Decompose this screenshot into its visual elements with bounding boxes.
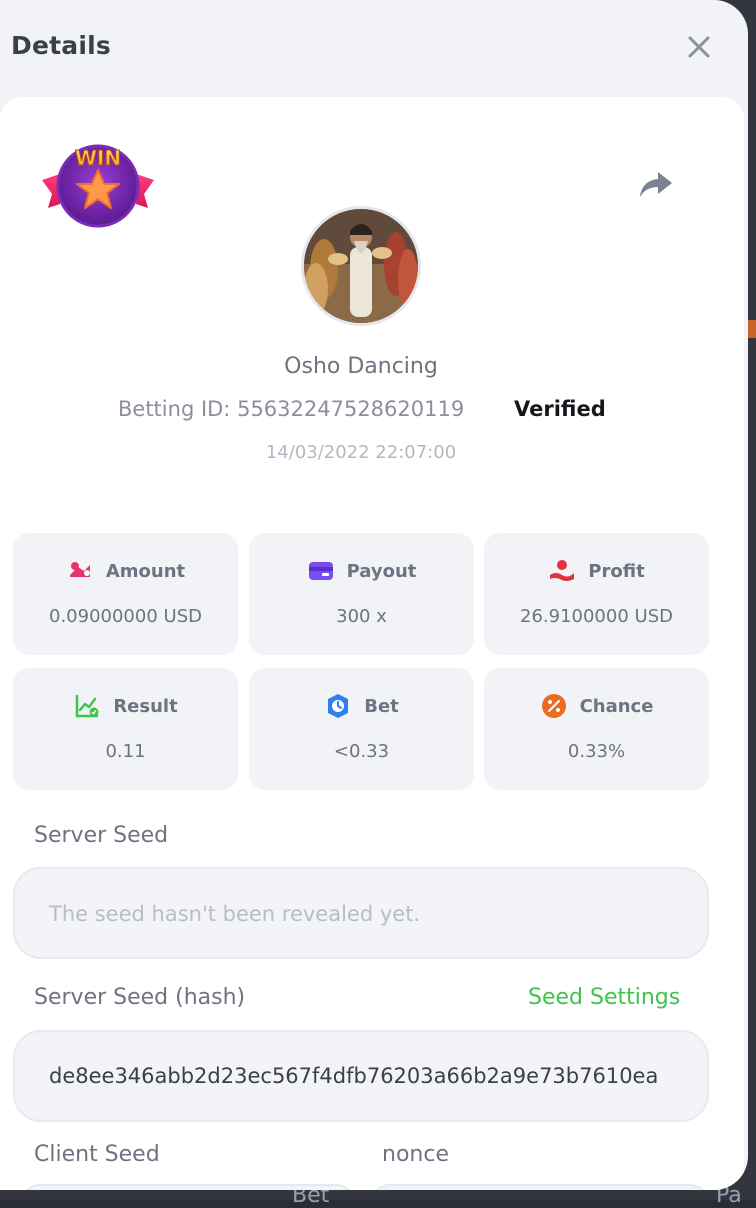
share-button[interactable] <box>636 166 676 202</box>
betting-id-row: Betting ID: 55632247528620119 <box>118 397 464 421</box>
stat-payout-value: 300 x <box>336 606 387 627</box>
nonce-label: nonce <box>382 1142 449 1167</box>
betting-id-value: 55632247528620119 <box>237 397 465 421</box>
stat-chance: Chance 0.33% <box>484 668 709 790</box>
profit-hand-icon <box>550 560 575 581</box>
stat-profit-value: 26.9100000 USD <box>520 606 673 627</box>
client-seed-label: Client Seed <box>34 1142 160 1167</box>
stat-amount-label: Amount <box>105 560 186 582</box>
stat-bet-label: Bet <box>364 695 399 717</box>
payout-card-icon <box>308 562 333 580</box>
stat-amount-value: 0.09000000 USD <box>49 606 202 627</box>
details-title: Details <box>11 31 111 60</box>
result-chart-icon <box>76 694 99 718</box>
server-seed-hash-label: Server Seed (hash) <box>34 985 246 1010</box>
close-button[interactable] <box>682 30 716 64</box>
client-seed-field[interactable] <box>20 1184 356 1190</box>
server-seed-hash-field[interactable]: de8ee346abb2d23ec567f4dfb76203a66b2a9e73… <box>13 1030 709 1122</box>
server-seed-label: Server Seed <box>34 823 169 848</box>
game-avatar-image <box>301 206 421 326</box>
server-seed-field[interactable]: The seed hasn't been revealed yet. <box>13 867 709 959</box>
stat-profit-label: Profit <box>588 560 645 582</box>
stat-profit: Profit 26.9100000 USD <box>484 533 709 655</box>
betting-id-label: Betting ID: <box>118 397 231 421</box>
stat-payout-label: Payout <box>346 560 417 582</box>
amount-icon <box>69 562 90 577</box>
close-icon <box>688 36 710 58</box>
stat-amount: Amount 0.09000000 USD <box>13 533 238 655</box>
stat-result: Result 0.11 <box>13 668 238 790</box>
server-seed-placeholder: The seed hasn't been revealed yet. <box>49 902 421 926</box>
stat-result-value: 0.11 <box>105 741 146 762</box>
stat-bet-value: <0.33 <box>333 741 390 762</box>
nonce-field[interactable] <box>370 1184 710 1190</box>
bet-clock-icon <box>328 694 349 718</box>
stat-chance-value: 0.33% <box>567 741 626 762</box>
details-panel: Details WIN Osho Dancing Betting ID: 556… <box>0 0 748 1190</box>
server-seed-hash-value: de8ee346abb2d23ec567f4dfb76203a66b2a9e73… <box>49 1064 659 1088</box>
verified-link[interactable]: Verified <box>514 397 606 421</box>
win-badge-icon: WIN <box>38 140 158 230</box>
stat-chance-label: Chance <box>579 695 654 717</box>
seed-settings-link[interactable]: Seed Settings <box>528 985 680 1010</box>
share-arrow-icon <box>640 172 672 197</box>
win-badge-text: WIN <box>75 146 121 170</box>
chance-percent-icon <box>541 694 566 718</box>
stat-payout: Payout 300 x <box>249 533 474 655</box>
bet-timestamp: 14/03/2022 22:07:00 <box>265 442 457 463</box>
stat-bet: Bet <0.33 <box>249 668 474 790</box>
stat-result-label: Result <box>113 695 178 717</box>
details-header: Details <box>0 0 748 96</box>
game-name: Osho Dancing <box>284 354 438 379</box>
